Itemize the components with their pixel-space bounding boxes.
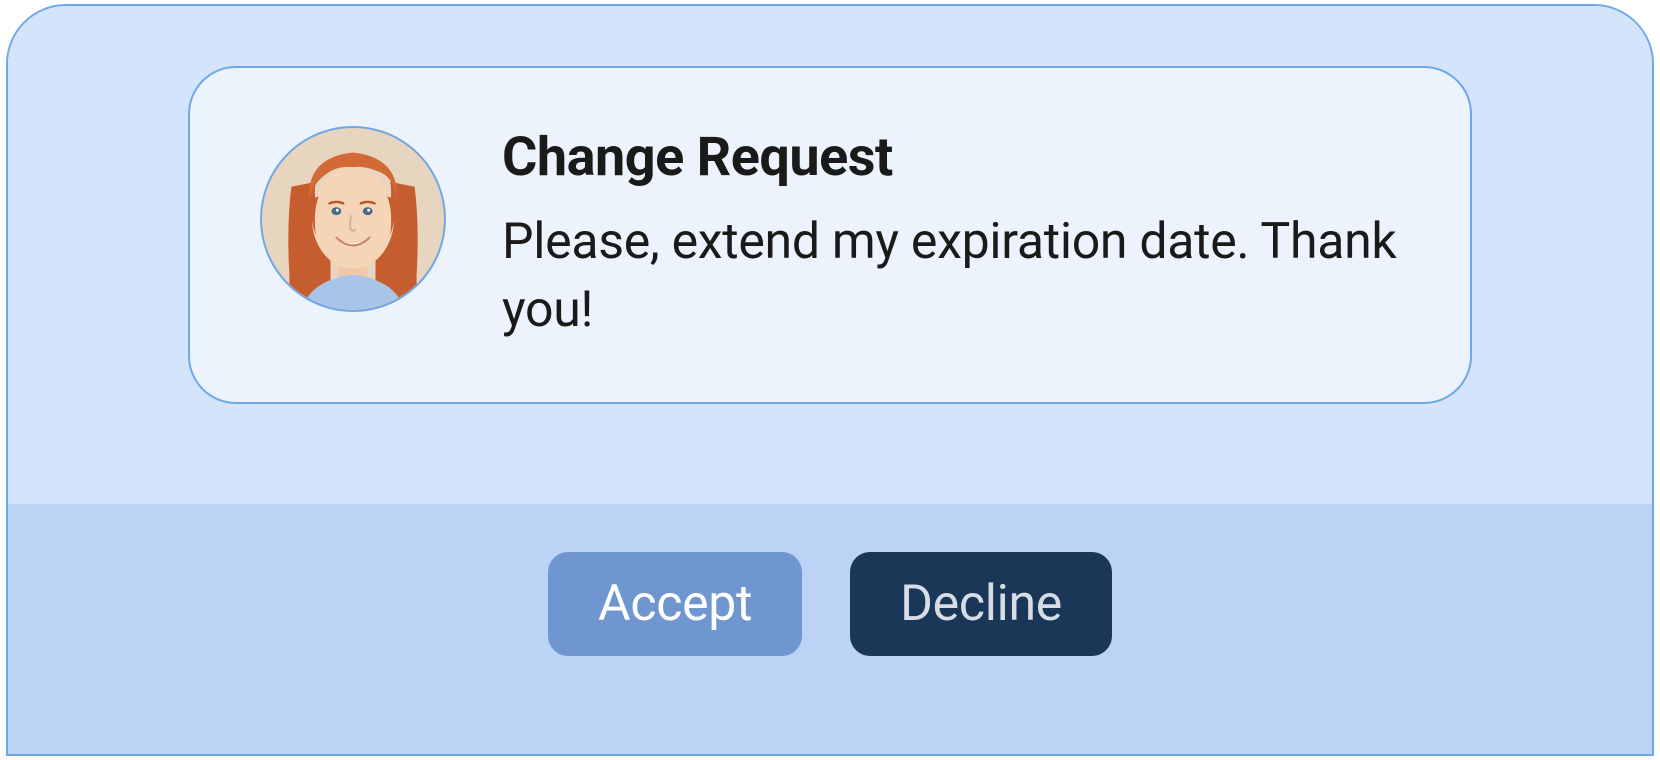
message-title: Change Request [502, 126, 1400, 189]
action-bar: Accept Decline [8, 504, 1652, 754]
dialog-container: Change Request Please, extend my expirat… [6, 4, 1654, 756]
message-body: Please, extend my expiration date. Thank… [502, 209, 1400, 344]
user-avatar [260, 126, 446, 312]
dialog-content-area: Change Request Please, extend my expirat… [8, 6, 1652, 504]
avatar-icon [262, 128, 444, 310]
change-request-card: Change Request Please, extend my expirat… [188, 66, 1472, 404]
accept-button[interactable]: Accept [548, 552, 802, 656]
decline-button[interactable]: Decline [850, 552, 1112, 656]
message-text-block: Change Request Please, extend my expirat… [502, 126, 1400, 344]
